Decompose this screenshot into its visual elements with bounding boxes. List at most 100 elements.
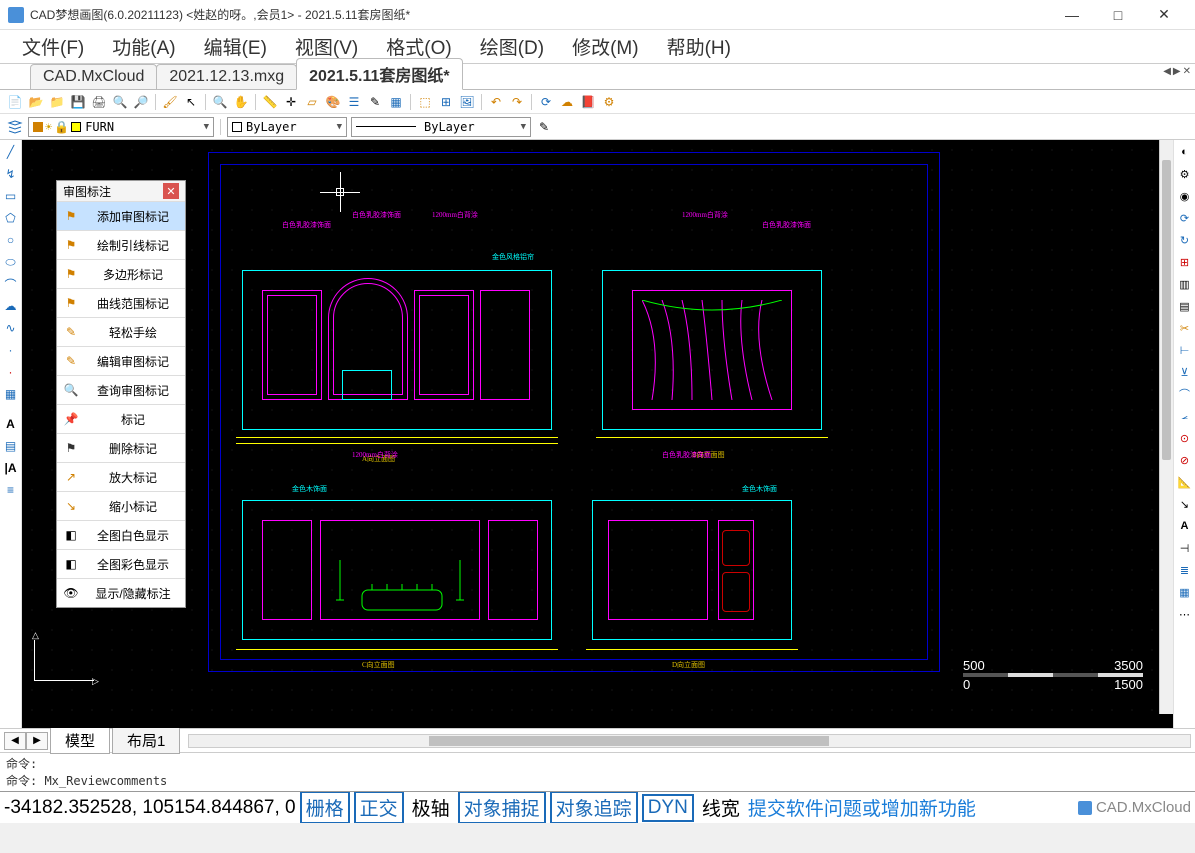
open-cloud-icon[interactable]: 📁 — [48, 93, 66, 111]
panel-item-mark[interactable]: 📌标记 — [57, 404, 185, 433]
panel-item-edit-mark[interactable]: ✎编辑审图标记 — [57, 346, 185, 375]
tab-scroll-right-icon[interactable]: ▶ — [1173, 66, 1181, 77]
feedback-link[interactable]: 提交软件问题或增加新功能 — [748, 794, 976, 821]
spline-tool-icon[interactable]: ∿ — [3, 320, 19, 336]
menu-draw[interactable]: 绘图(D) — [466, 33, 558, 60]
dim-linear-icon[interactable]: ⊢ — [1177, 342, 1193, 358]
dim-diam-icon[interactable]: ⊘ — [1177, 452, 1193, 468]
open-file-icon[interactable]: 📂 — [27, 93, 45, 111]
line-edit-icon[interactable]: ✎ — [366, 93, 384, 111]
toggle-otrack[interactable]: 对象追踪 — [550, 791, 638, 823]
linetype-selector[interactable]: ByLayer ▼ — [351, 117, 531, 137]
menu-help[interactable]: 帮助(H) — [653, 33, 745, 60]
cloud-tool-icon[interactable]: ☁ — [3, 298, 19, 314]
redo-icon[interactable]: ↷ — [508, 93, 526, 111]
tab-close-icon[interactable]: ✕ — [1183, 66, 1191, 77]
layout-tab-layout1[interactable]: 布局1 — [112, 728, 180, 754]
dim-arc-icon[interactable]: ⌒ — [1177, 386, 1193, 402]
toggle-osnap[interactable]: 对象捕捉 — [458, 791, 546, 823]
menu-format[interactable]: 格式(O) — [372, 33, 465, 60]
toggle-polar[interactable]: 极轴 — [408, 793, 454, 822]
drawing-canvas[interactable]: 白色乳胶漆饰面 白色乳胶漆饰面 1200mm白背涂 金色风格铝帘 A向立面图 1… — [22, 140, 1173, 728]
layers-panel-icon[interactable]: ≣ — [1177, 562, 1193, 578]
toggle-grid[interactable]: 栅格 — [300, 791, 350, 823]
panel-header[interactable]: 审图标注 ✕ — [57, 181, 185, 201]
pan-icon[interactable]: ✋ — [232, 93, 250, 111]
tab-doc3[interactable]: 2021.5.11套房图纸* — [296, 58, 463, 90]
coord-icon[interactable]: ✛ — [282, 93, 300, 111]
menu-modify[interactable]: 修改(M) — [558, 33, 652, 60]
menu-view[interactable]: 视图(V) — [281, 33, 372, 60]
vertical-scrollbar[interactable] — [1159, 140, 1173, 714]
gear-icon[interactable]: ⚙ — [1177, 166, 1193, 182]
horizontal-scrollbar[interactable] — [188, 734, 1191, 748]
panel-item-freehand[interactable]: ✎轻松手绘 — [57, 317, 185, 346]
matchprop-icon[interactable]: ✎ — [535, 118, 553, 136]
divide-tool-icon[interactable]: · — [3, 364, 19, 380]
panel-item-add-mark[interactable]: ⚑添加审图标记 — [57, 201, 185, 230]
properties-icon[interactable]: ▦ — [387, 93, 405, 111]
text-tool-icon[interactable]: A — [3, 416, 19, 432]
tool-r3-icon[interactable]: ◉ — [1177, 188, 1193, 204]
toggle-lwt[interactable]: 线宽 — [698, 793, 744, 822]
zoom-window-icon[interactable]: 🔍 — [111, 93, 129, 111]
leader-icon[interactable]: ↘ — [1177, 496, 1193, 512]
rotate-icon[interactable]: ↻ — [1177, 232, 1193, 248]
more-icon[interactable]: ⋯ — [1177, 606, 1193, 622]
ellipse-tool-icon[interactable]: ⬭ — [3, 254, 19, 270]
pdf-icon[interactable]: 📕 — [579, 93, 597, 111]
arc-tool-icon[interactable]: ⌒ — [3, 276, 19, 292]
toggle-dyn[interactable]: DYN — [642, 794, 694, 822]
print-icon[interactable]: 🖨 — [90, 93, 108, 111]
point-tool-icon[interactable]: · — [3, 342, 19, 358]
mtext-tool-icon[interactable]: |A — [3, 460, 19, 476]
command-line[interactable]: 命令: 命令: Mx_Reviewcomments — [0, 752, 1195, 791]
polygon-tool-icon[interactable]: ⬠ — [3, 210, 19, 226]
maximize-button[interactable]: □ — [1095, 0, 1141, 30]
dim-radius-icon[interactable]: ⊙ — [1177, 430, 1193, 446]
distance-icon[interactable]: 📏 — [261, 93, 279, 111]
panel-item-zoomin-mark[interactable]: ↗放大标记 — [57, 462, 185, 491]
menu-function[interactable]: 功能(A) — [98, 33, 189, 60]
undo-icon[interactable]: ↶ — [487, 93, 505, 111]
close-button[interactable]: ✕ — [1141, 0, 1187, 30]
zoom-extents-icon[interactable]: 🔎 — [132, 93, 150, 111]
dim-angle-icon[interactable]: ⦟ — [1177, 408, 1193, 424]
dim-aligned-icon[interactable]: ⊻ — [1177, 364, 1193, 380]
panel-item-polygon-mark[interactable]: ⚑多边形标记 — [57, 259, 185, 288]
tab-scroll-left-icon[interactable]: ◀ — [1163, 66, 1171, 77]
table-tool-icon[interactable]: ▤ — [3, 438, 19, 454]
layout-prev-icon[interactable]: ◀ — [4, 732, 26, 750]
panel-item-query-mark[interactable]: 🔍查询审图标记 — [57, 375, 185, 404]
hatch-tool-icon[interactable]: ▦ — [3, 386, 19, 402]
layer-selector[interactable]: ☀ 🔒 FURN ▼ — [28, 117, 214, 137]
panel-item-delete-mark[interactable]: ⚑删除标记 — [57, 433, 185, 462]
panel-item-curve-mark[interactable]: ⚑曲线范围标记 — [57, 288, 185, 317]
panel-item-color-display[interactable]: ◧全图彩色显示 — [57, 549, 185, 578]
cut-icon[interactable]: ✂ — [1177, 320, 1193, 336]
panel-item-zoomout-mark[interactable]: ↘缩小标记 — [57, 491, 185, 520]
toggle-ortho[interactable]: 正交 — [354, 791, 404, 823]
circle-tool-icon[interactable]: ○ — [3, 232, 19, 248]
align-text-icon[interactable]: ≡ — [3, 482, 19, 498]
blocks-panel-icon[interactable]: ▦ — [1177, 584, 1193, 600]
line-tool-icon[interactable]: ╱ — [3, 144, 19, 160]
insert-icon[interactable]: ⊞ — [437, 93, 455, 111]
new-file-icon[interactable]: 📄 — [6, 93, 24, 111]
rect-tool-icon[interactable]: ▭ — [3, 188, 19, 204]
color-selector[interactable]: ByLayer ▼ — [227, 117, 347, 137]
tool-r1-icon[interactable]: ◐ — [1177, 144, 1193, 160]
align2-icon[interactable]: ▤ — [1177, 298, 1193, 314]
refresh-icon[interactable]: ⟳ — [537, 93, 555, 111]
measure-icon[interactable]: 📐 — [1177, 474, 1193, 490]
layers-icon[interactable]: ☰ — [345, 93, 363, 111]
align-icon[interactable]: ▥ — [1177, 276, 1193, 292]
area-icon[interactable]: ▱ — [303, 93, 321, 111]
menu-file[interactable]: 文件(F) — [8, 33, 98, 60]
block-icon[interactable]: ⬚ — [416, 93, 434, 111]
panel-item-toggle-annot[interactable]: 👁显示/隐藏标注 — [57, 578, 185, 607]
text-edit-icon[interactable]: A — [1177, 518, 1193, 534]
minimize-button[interactable]: ― — [1049, 0, 1095, 30]
color-icon[interactable]: 🎨 — [324, 93, 342, 111]
zoom-realtime-icon[interactable]: 🔍 — [211, 93, 229, 111]
